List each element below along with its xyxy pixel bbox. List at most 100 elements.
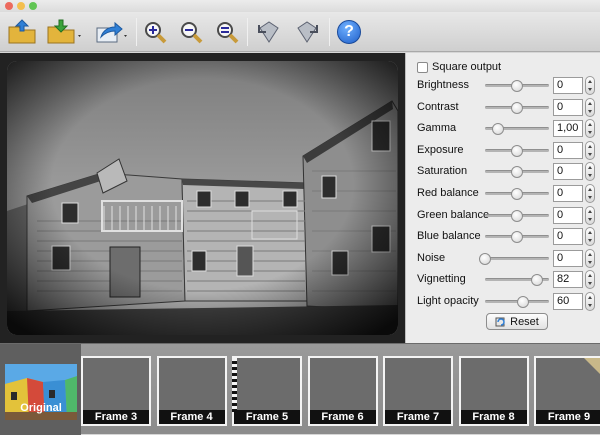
slider-row-blue-balance: Blue balance 0 xyxy=(406,226,600,247)
blue-balance-stepper[interactable] xyxy=(585,227,595,247)
green-balance-slider-knob[interactable] xyxy=(511,209,523,222)
gamma-stepper[interactable] xyxy=(585,119,595,139)
frame-thumb-frame-9[interactable]: Frame 9 xyxy=(534,356,600,426)
gamma-value-field[interactable]: 1,00 xyxy=(553,120,583,138)
contrast-label: Contrast xyxy=(417,100,459,113)
slider-row-contrast: Contrast 0 xyxy=(406,97,600,117)
frame-label: Frame 8 xyxy=(460,410,527,424)
slider-row-exposure: Exposure 0 xyxy=(406,140,600,160)
share-icon xyxy=(96,21,127,43)
adjustments-panel: Square output Brightness 0 Contrast 0 Gamma 1… xyxy=(405,53,600,343)
gamma-slider-knob[interactable] xyxy=(492,123,505,136)
preview-image xyxy=(7,61,398,335)
brightness-value-field[interactable]: 0 xyxy=(553,77,583,94)
blue-balance-value-field[interactable]: 0 xyxy=(553,228,583,246)
frame-thumb-original[interactable]: Original xyxy=(0,344,81,435)
zoom-window-button[interactable] xyxy=(29,2,37,10)
red-balance-slider-knob[interactable] xyxy=(511,188,523,200)
frame-thumb-frame-5[interactable]: Frame 5 xyxy=(232,356,302,426)
green-balance-slider[interactable] xyxy=(485,209,549,222)
brightness-stepper[interactable] xyxy=(585,76,595,95)
frame-label: Frame 9 xyxy=(536,410,600,424)
zoom-out-button[interactable] xyxy=(178,16,204,48)
exposure-slider[interactable] xyxy=(485,144,549,157)
saturation-value-field[interactable]: 0 xyxy=(553,163,583,181)
vignetting-slider[interactable] xyxy=(485,274,549,287)
light-opacity-value-field[interactable]: 60 xyxy=(553,293,583,310)
rotate-left-button[interactable] xyxy=(254,16,284,48)
rotate-left-icon xyxy=(258,21,279,43)
image-preview xyxy=(0,53,405,343)
minimize-window-button[interactable] xyxy=(17,2,25,10)
reset-button[interactable]: Reset xyxy=(486,313,548,330)
frame-thumb-frame-8[interactable]: Frame 8 xyxy=(458,356,529,426)
exposure-value-field[interactable]: 0 xyxy=(553,141,583,159)
blue-balance-slider-knob[interactable] xyxy=(511,231,523,244)
noise-slider[interactable] xyxy=(479,252,549,265)
blue-balance-label: Blue balance xyxy=(417,230,481,243)
saturation-slider[interactable] xyxy=(485,166,549,179)
vignetting-slider-knob[interactable] xyxy=(531,274,544,287)
light-opacity-stepper[interactable] xyxy=(585,292,595,311)
red-balance-slider[interactable] xyxy=(485,188,549,200)
open-button[interactable] xyxy=(6,16,38,48)
green-balance-stepper[interactable] xyxy=(585,205,595,225)
brightness-slider[interactable] xyxy=(485,80,549,92)
vignetting-value-field[interactable]: 82 xyxy=(553,271,583,289)
zoom-fit-icon xyxy=(217,22,239,44)
saturation-label: Saturation xyxy=(417,165,468,178)
blue-balance-slider[interactable] xyxy=(485,231,549,244)
light-opacity-slider-knob[interactable] xyxy=(517,296,530,308)
red-balance-stepper[interactable] xyxy=(585,184,595,203)
save-icon xyxy=(47,19,81,44)
frame-thumb-frame-4[interactable]: Frame 4 xyxy=(156,356,227,426)
exposure-stepper[interactable] xyxy=(585,140,595,160)
help-label: ? xyxy=(344,23,354,40)
frame-strip: Original Frame 3 Frame 4 Frame 5 Frame 6 Fra… xyxy=(0,343,600,435)
noise-label: Noise xyxy=(417,251,446,264)
green-balance-value-field[interactable]: 0 xyxy=(553,206,583,224)
reset-icon xyxy=(495,317,505,327)
square-output-label: Square output xyxy=(432,61,502,73)
brightness-slider-knob[interactable] xyxy=(511,80,523,92)
zoom-fit-button[interactable] xyxy=(214,16,240,48)
frame-label-original: Original xyxy=(20,402,62,414)
noise-slider-knob[interactable] xyxy=(479,252,491,265)
saturation-stepper[interactable] xyxy=(585,162,595,182)
noise-value-field[interactable]: 0 xyxy=(553,249,583,267)
red-balance-label: Red balance xyxy=(417,187,479,199)
close-window-button[interactable] xyxy=(5,2,13,10)
square-output-option[interactable]: Square output xyxy=(417,61,501,73)
exposure-slider-knob[interactable] xyxy=(511,144,523,157)
share-button[interactable] xyxy=(94,16,130,48)
red-balance-value-field[interactable]: 0 xyxy=(553,185,583,202)
contrast-stepper[interactable] xyxy=(585,97,595,117)
rotate-right-button[interactable] xyxy=(292,16,322,48)
light-opacity-slider[interactable] xyxy=(485,296,549,308)
zoom-in-button[interactable] xyxy=(142,16,168,48)
contrast-value-field[interactable]: 0 xyxy=(553,98,583,116)
save-button[interactable] xyxy=(46,16,84,48)
vignetting-stepper[interactable] xyxy=(585,270,595,290)
frame-thumb-frame-6[interactable]: Frame 6 xyxy=(307,356,378,426)
help-button[interactable]: ? xyxy=(336,16,362,48)
help-icon: ? xyxy=(337,20,361,44)
square-output-checkbox[interactable] xyxy=(417,61,428,73)
slider-row-light-opacity: Light opacity 60 xyxy=(406,291,600,311)
slider-row-noise: Noise 0 xyxy=(406,248,600,268)
frame-thumb-frame-7[interactable]: Frame 7 xyxy=(383,356,453,426)
slider-row-gamma: Gamma 1,00 xyxy=(406,118,600,139)
zoom-in-icon xyxy=(145,22,167,44)
slider-row-green-balance: Green balance 0 xyxy=(406,205,600,225)
frame-label: Frame 3 xyxy=(83,410,149,424)
contrast-slider[interactable] xyxy=(485,101,549,114)
frame-label: Frame 7 xyxy=(385,410,451,424)
noise-stepper[interactable] xyxy=(585,248,595,268)
brightness-label: Brightness xyxy=(417,79,469,91)
frame-thumb-frame-3[interactable]: Frame 3 xyxy=(81,356,151,426)
contrast-slider-knob[interactable] xyxy=(511,101,523,114)
gamma-slider[interactable] xyxy=(485,123,549,136)
frame-label: Frame 6 xyxy=(309,410,376,424)
light-opacity-label: Light opacity xyxy=(417,295,479,307)
saturation-slider-knob[interactable] xyxy=(511,166,523,179)
